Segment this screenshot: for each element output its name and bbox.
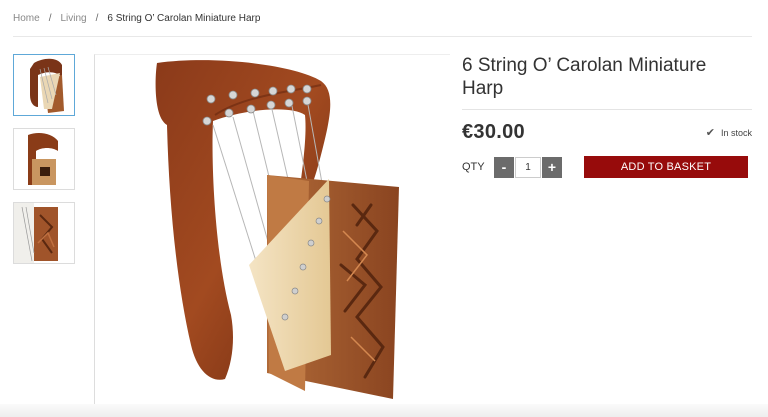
qty-label: QTY — [462, 161, 485, 173]
product-info: 6 String O’ Carolan Miniature Harp €30.0… — [462, 54, 752, 178]
breadcrumb-separator: / — [48, 13, 52, 24]
price-row: €30.00 ✔ In stock — [462, 121, 752, 144]
harp-image — [155, 60, 399, 399]
add-to-basket-button[interactable]: ADD TO BASKET — [584, 156, 748, 178]
thumbnail-gallery — [13, 54, 75, 276]
harp-front-thumbnail[interactable] — [13, 54, 75, 116]
qty-input[interactable] — [515, 156, 541, 178]
page-bottom-edge — [0, 404, 768, 417]
product-title: 6 String O’ Carolan Miniature Harp — [462, 55, 707, 99]
product-main-image[interactable] — [94, 54, 450, 414]
breadcrumb-separator: / — [95, 13, 99, 24]
breadcrumb-living[interactable]: Living — [60, 13, 86, 24]
harp-carving-thumbnail[interactable] — [13, 202, 75, 264]
breadcrumb: Home / Living / 6 String O’ Carolan Mini… — [13, 13, 260, 24]
breadcrumb-divider — [13, 36, 752, 37]
product-price: €30.00 — [462, 121, 525, 143]
qty-increase-button[interactable]: + — [542, 156, 562, 178]
check-icon: ✔ — [705, 127, 715, 139]
breadcrumb-home[interactable]: Home — [13, 13, 40, 24]
stock-label: In stock — [720, 127, 752, 138]
buy-row: QTY - + ADD TO BASKET — [462, 156, 752, 178]
title-divider — [462, 109, 752, 110]
breadcrumb-current: 6 String O’ Carolan Miniature Harp — [107, 13, 261, 24]
harp-side-thumbnail[interactable] — [13, 128, 75, 190]
qty-decrease-button[interactable]: - — [494, 156, 514, 178]
stock-status: ✔ In stock — [706, 126, 752, 139]
